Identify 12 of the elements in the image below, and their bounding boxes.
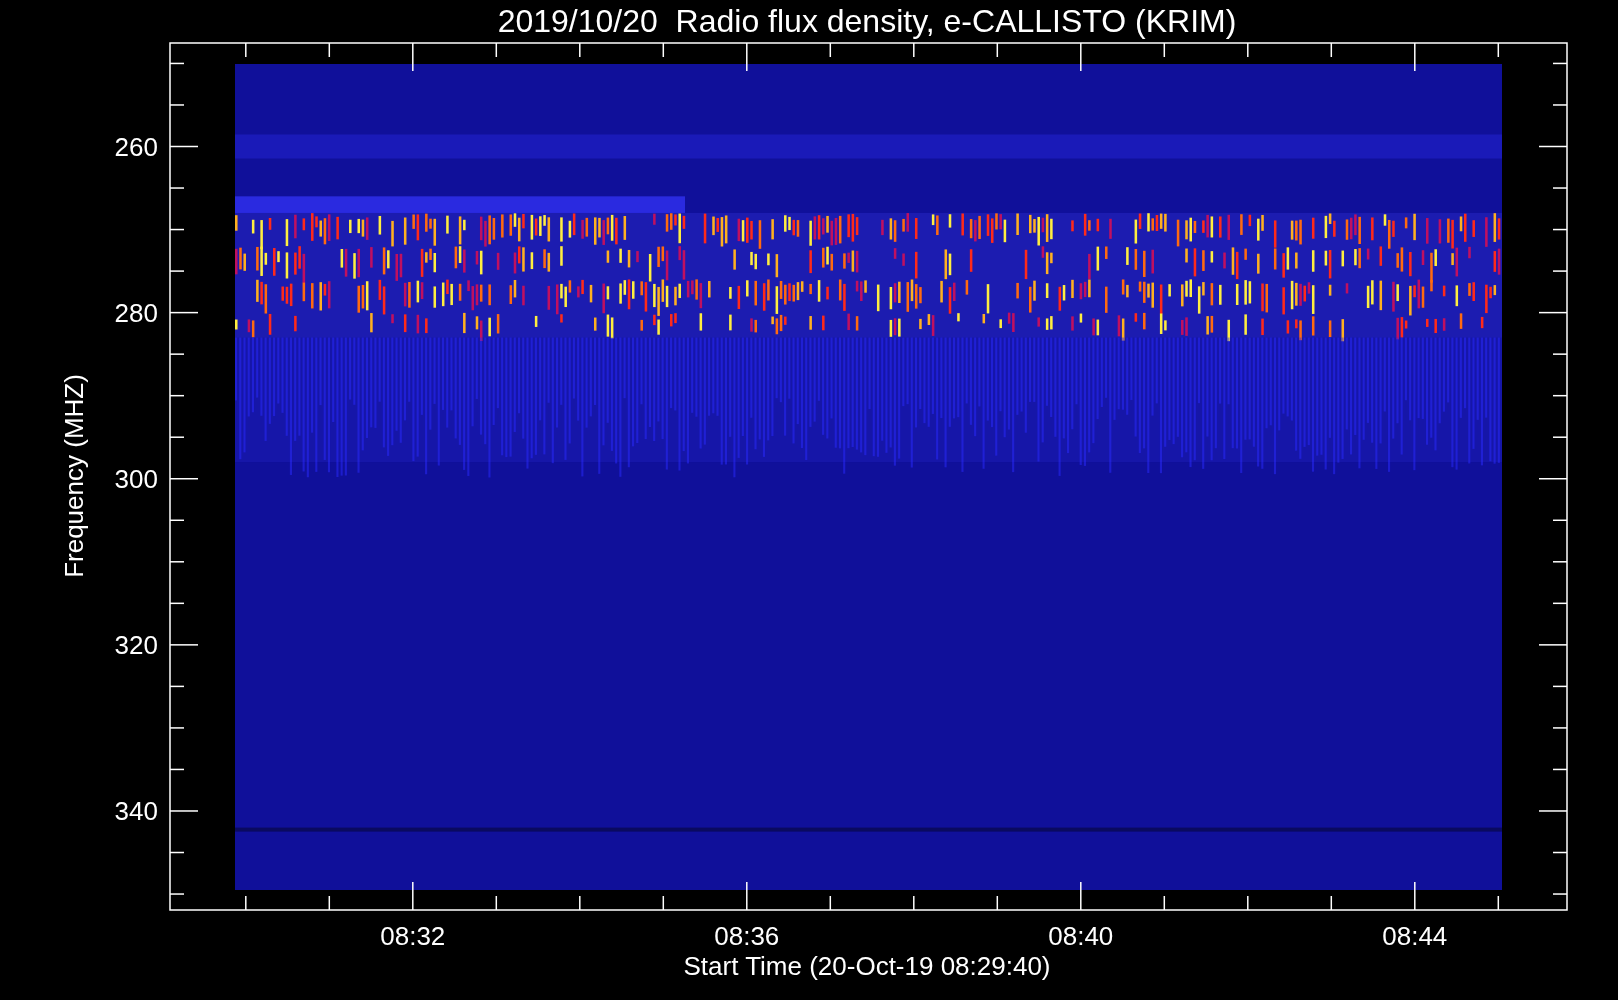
- x-tick-label: 08:36: [714, 921, 780, 951]
- x-axis-label: Start Time (20-Oct-19 08:29:40): [683, 951, 1051, 981]
- y-tick-label: 320: [114, 629, 158, 660]
- y-tick-label: 340: [114, 796, 158, 826]
- y-tick-label: 280: [114, 297, 158, 328]
- x-tick-label: 08:40: [1048, 921, 1114, 951]
- chart-title: 2019/10/20 Radio flux density, e-CALLISTO (KRIM): [497, 3, 1237, 39]
- y-tick-label: 260: [114, 131, 158, 162]
- y-tick-label: 300: [114, 463, 158, 494]
- x-tick-label: 08:32: [380, 921, 446, 951]
- x-tick-label: 08:44: [1382, 921, 1448, 951]
- y-axis-label: Frequency (MHZ): [59, 374, 89, 578]
